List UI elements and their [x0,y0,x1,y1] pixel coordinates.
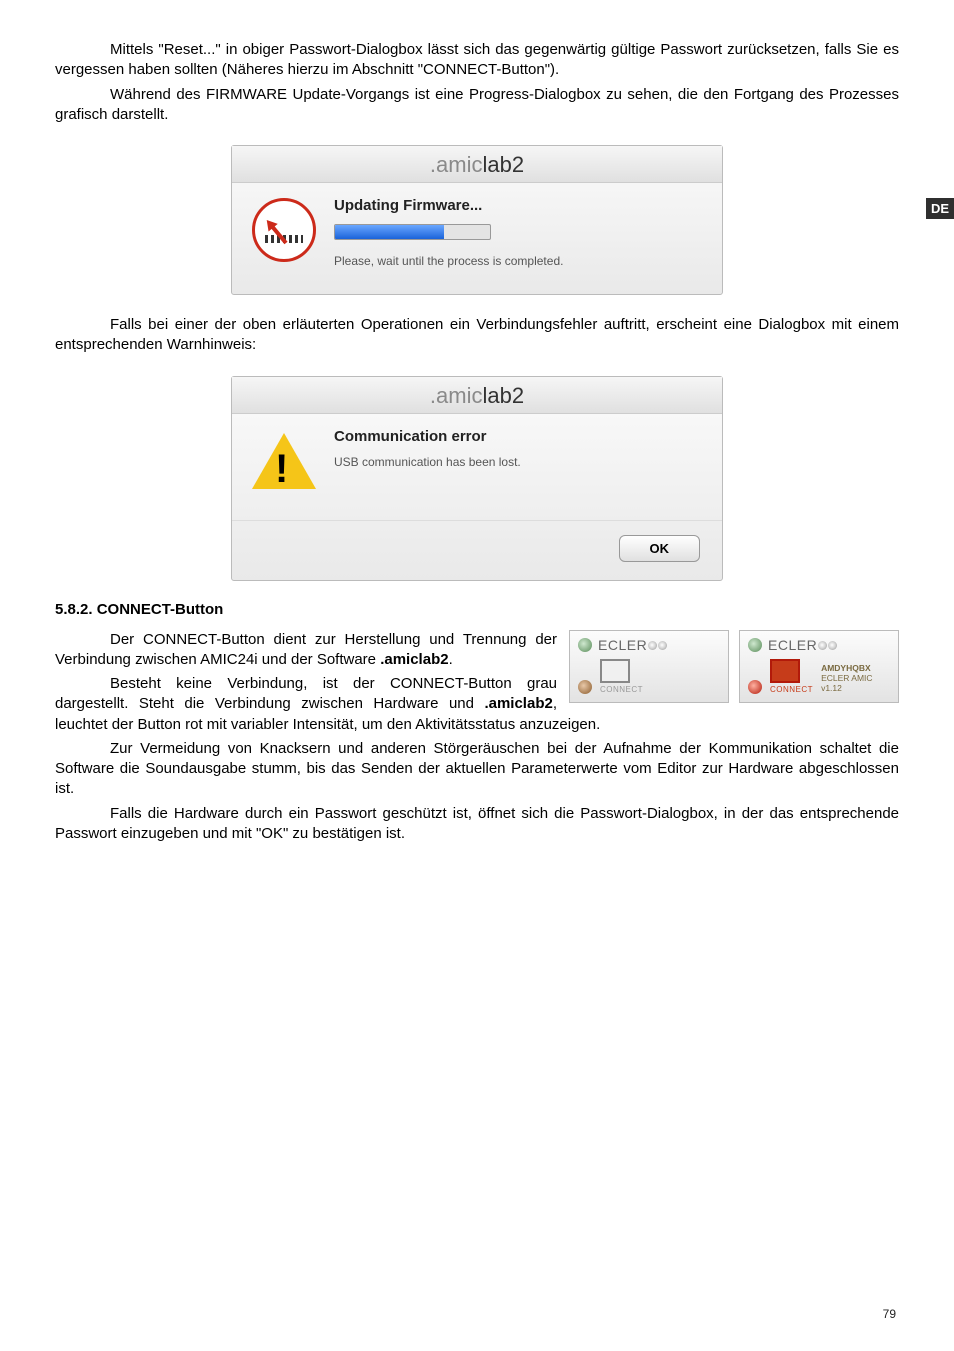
connect-button-connected[interactable] [770,659,800,683]
ecler-logo: ECLER [598,637,667,653]
connect-para-4: Falls die Hardware durch ein Passwort ge… [55,804,899,845]
status-icon [578,680,592,694]
title-suffix: lab2 [482,383,524,408]
title-prefix: .amic [430,152,483,177]
toolbar-disconnected: ECLER CONNECT [569,630,729,703]
title-prefix: .amic [430,383,483,408]
warning-icon [250,428,318,494]
ecler-logo: ECLER [768,637,837,653]
intro-paragraph-2: Während des FIRMWARE Update-Vorgangs ist… [55,85,899,126]
connect-para-3: Zur Vermeidung von Knacksern und anderen… [55,739,899,800]
meter-icon [250,197,318,263]
device-info: AMDYHQBX ECLER AMIC v1.12 [821,664,873,693]
intro-paragraph-1: Mittels "Reset..." in obiger Passwort-Di… [55,40,899,81]
progress-dialog-title: .amiclab2 [232,146,722,183]
error-dialog-title: .amiclab2 [232,377,722,414]
ok-button[interactable]: OK [619,535,701,562]
disc-icon [578,638,592,652]
error-dialog: .amiclab2 Communication error USB commun… [231,376,723,581]
connect-label: CONNECT [600,685,643,694]
progress-subtext: Please, wait until the process is comple… [334,254,704,268]
status-icon [748,680,762,694]
language-badge: DE [926,198,954,219]
toolbar-connected: ECLER CONNECT AMDYHQBX ECLER AMIC v1.12 [739,630,899,703]
connect-label: CONNECT [770,685,813,694]
title-suffix: lab2 [482,152,524,177]
toolbar-examples: ECLER CONNECT ECLER CONNECT [569,630,899,703]
connect-button-disconnected[interactable] [600,659,630,683]
progress-dialog: .amiclab2 Updating Firmware... Please, w… [231,145,723,295]
progress-heading: Updating Firmware... [334,197,704,214]
disc-icon [748,638,762,652]
error-heading: Communication error [334,428,704,445]
section-heading: 5.8.2. CONNECT-Button [55,601,899,618]
error-subtext: USB communication has been lost. [334,455,704,469]
error-intro-paragraph: Falls bei einer der oben erläuterten Ope… [55,315,899,356]
page-number: 79 [883,1307,896,1321]
progress-bar [334,224,491,240]
